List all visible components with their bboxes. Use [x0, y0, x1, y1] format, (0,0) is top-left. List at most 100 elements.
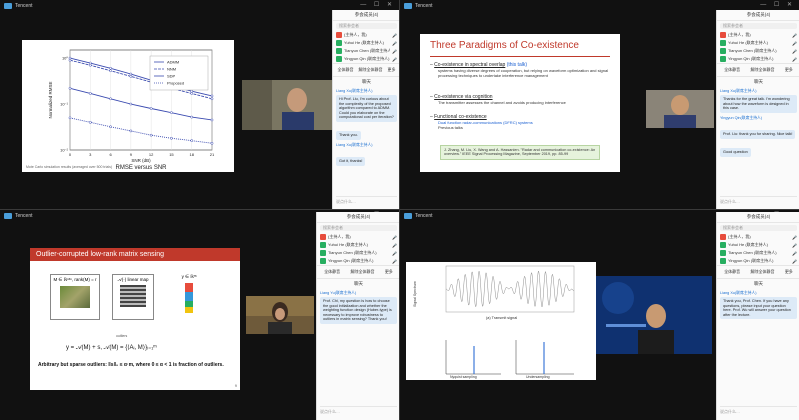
avatar	[720, 250, 726, 256]
microphone-icon[interactable]: 🎤	[392, 251, 397, 256]
window-title: Tencent	[415, 212, 433, 219]
citation-box: J. Zhang, M. Liu, X. Wang and A. Hassani…	[440, 144, 600, 160]
avatar	[320, 258, 326, 264]
x-tick-label: 18	[189, 152, 194, 157]
member-search-input[interactable]: 搜索参会者	[720, 225, 797, 231]
member-search-input[interactable]: 搜索参会者	[720, 23, 797, 29]
microphone-icon[interactable]: 🎤	[392, 235, 397, 240]
microphone-icon[interactable]: 🎤	[792, 49, 797, 54]
transmit-waveform	[445, 270, 575, 308]
microphone-icon[interactable]: 🎤	[392, 41, 397, 46]
microphone-icon[interactable]: 🎤	[392, 33, 397, 38]
shared-slide: Outlier-corrupted low-rank matrix sensin…	[30, 248, 240, 390]
unmute-all-button[interactable]: 解除全体静音	[359, 67, 383, 73]
chat-input[interactable]: 说点什么…	[320, 406, 397, 418]
microphone-icon[interactable]: 🎤	[792, 57, 797, 62]
microphone-icon[interactable]: 🎤	[792, 33, 797, 38]
chat-input[interactable]: 说点什么…	[720, 406, 797, 418]
member-row[interactable]: (主持人，我) 🎤	[717, 233, 799, 241]
chat-input[interactable]: 说点什么…	[720, 196, 797, 208]
microphone-icon[interactable]: 🎤	[392, 243, 397, 248]
window-controls[interactable]: — ☐ ✕	[360, 1, 395, 8]
microphone-icon[interactable]: 🎤	[392, 259, 397, 264]
member-row[interactable]: Tianyun Chen (联席主持人) 🎤	[717, 47, 799, 55]
data-point	[210, 118, 214, 122]
member-row[interactable]: Yuhui He (联席主持人) 🎤	[717, 39, 799, 47]
member-name: (主持人，我)	[728, 234, 751, 239]
member-search-input[interactable]: 搜索参会者	[320, 225, 397, 231]
microphone-icon[interactable]: 🎤	[792, 259, 797, 264]
window-controls[interactable]: — ☐ ✕	[760, 1, 795, 8]
outlier-note: outliers	[116, 334, 128, 338]
side-panel: 参会成员(4) 搜索参会者 (主持人，我) 🎤 Yuhui He (联席主持人) 🎤 T…	[332, 10, 399, 210]
member-row[interactable]: Tianyun Chen (联席主持人) 🎤	[333, 47, 399, 55]
data-point	[210, 97, 214, 101]
tencent-meeting-icon	[404, 2, 412, 9]
member-row[interactable]: Yuhui He (联席主持人) 🎤	[317, 241, 399, 249]
member-row[interactable]: (主持人，我) 🎤	[333, 31, 399, 39]
microphone-icon[interactable]: 🎤	[792, 235, 797, 240]
member-row[interactable]: Yingyun Qin (联席主持人) 🎤	[717, 257, 799, 265]
member-row[interactable]: Yingyun Qin (联席主持人) 🎤	[317, 257, 399, 265]
mute-all-button[interactable]: 全体静音	[338, 67, 354, 73]
meeting-window-2: Tencent — ☐ ✕ Three Paradigms of Co-exis…	[400, 0, 799, 210]
mute-all-button[interactable]: 全体静音	[324, 269, 340, 275]
chart-caption: RMSE versus SNR	[115, 165, 167, 171]
bottom-statement: Arbitrary but sparse outliers: ‖s‖₀ ≤ α·…	[38, 362, 224, 368]
chat-sender: Yingyun Qin(联席主持人)	[720, 116, 763, 121]
member-row[interactable]: (主持人，我) 🎤	[317, 233, 399, 241]
more-button[interactable]: 更多	[388, 67, 396, 73]
mute-all-button[interactable]: 全体静音	[724, 269, 740, 275]
unmute-all-button[interactable]: 解除全体静音	[750, 269, 774, 275]
measurement-box: y ∈ ℝᵐ	[168, 274, 210, 320]
data-point	[170, 136, 173, 140]
member-row[interactable]: Yingyun Qin (联席主持人) 🎤	[333, 55, 399, 63]
member-row[interactable]: Tianyun Chen (联席主持人) 🎤	[717, 249, 799, 257]
member-row[interactable]: Yuhui He (联席主持人) 🎤	[717, 241, 799, 249]
more-button[interactable]: 更多	[385, 269, 393, 275]
avatar	[720, 258, 726, 264]
legend-label: Proposed	[167, 81, 184, 86]
x-tick-label: 15	[169, 152, 174, 157]
chat-input[interactable]: 说点什么…	[336, 196, 397, 208]
more-button[interactable]: 更多	[785, 269, 793, 275]
data-point	[109, 66, 112, 70]
chat-message: Liang Xu(联席主持人) Thank you, Prof. Chen. I…	[720, 291, 797, 321]
avatar	[720, 56, 726, 62]
data-point	[190, 92, 194, 95]
more-button[interactable]: 更多	[785, 67, 793, 73]
waveform-path	[445, 270, 575, 308]
divider-horizontal	[0, 209, 799, 210]
member-row[interactable]: Yingyun Qin (联席主持人) 🎤	[717, 55, 799, 63]
microphone-icon[interactable]: 🎤	[392, 49, 397, 54]
page-number: 9	[234, 383, 237, 388]
microphone-icon[interactable]: 🎤	[792, 41, 797, 46]
data-point	[190, 115, 194, 119]
data-point	[109, 69, 112, 73]
member-row[interactable]: Tianyun Chen (联席主持人) 🎤	[317, 249, 399, 257]
speaker-video	[242, 80, 332, 130]
member-actions: 全体静音 解除全体静音 更多	[717, 63, 799, 77]
microphone-icon[interactable]: 🎤	[792, 243, 797, 248]
member-row[interactable]: Yuhui He (联席主持人) 🎤	[333, 39, 399, 47]
unmute-all-button[interactable]: 解除全体静音	[750, 67, 774, 73]
window-title: Tencent	[15, 212, 33, 219]
microphone-icon[interactable]: 🎤	[392, 57, 397, 62]
member-list: (主持人，我) 🎤 Yuhui He (联席主持人) 🎤 Tianyun Chen (联…	[333, 31, 399, 63]
member-list: (主持人，我) 🎤 Yuhui He (联席主持人) 🎤 Tianyun Chen (联…	[717, 233, 799, 265]
x-tick-label: 9	[130, 152, 133, 157]
unmute-all-button[interactable]: 解除全体静音	[350, 269, 374, 275]
tencent-meeting-icon	[404, 212, 412, 219]
member-search-input[interactable]: 搜索参会者	[336, 23, 397, 29]
chat-sender: Liang Xu(联席主持人)	[720, 291, 757, 295]
avatar	[336, 56, 342, 62]
chat-bubble: Thanks for the great talk. I'm wondering…	[720, 95, 797, 113]
member-row[interactable]: (主持人，我) 🎤	[717, 31, 799, 39]
data-point	[68, 116, 72, 120]
microphone-icon[interactable]: 🎤	[792, 251, 797, 256]
member-name: (主持人，我)	[344, 32, 367, 37]
data-point	[190, 89, 194, 93]
member-actions: 全体静音 解除全体静音 更多	[317, 265, 399, 279]
mute-all-button[interactable]: 全体静音	[724, 67, 740, 73]
chat-header: 聊天	[754, 281, 763, 286]
